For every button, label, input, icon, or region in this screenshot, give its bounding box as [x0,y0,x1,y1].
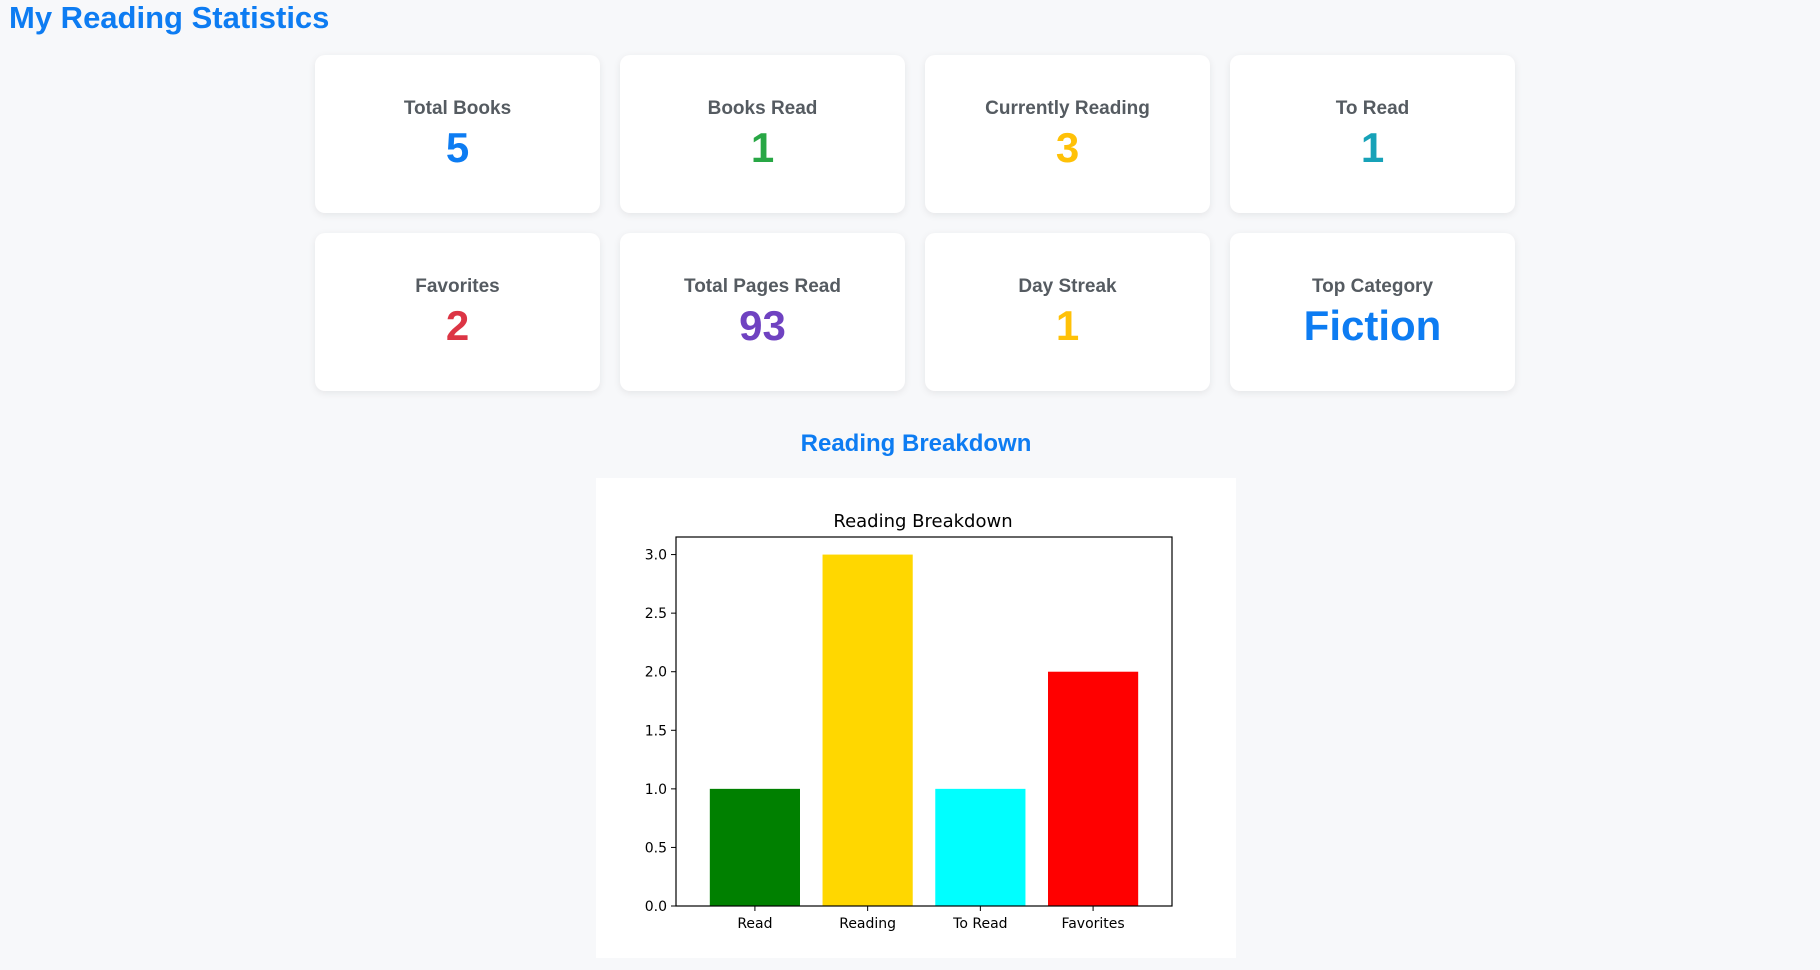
stat-value: 3 [1055,124,1080,171]
y-tick-label: 1.0 [645,782,667,798]
y-tick-label: 2.0 [645,665,667,681]
y-tick-label: 0.5 [645,840,667,856]
bar-favorites [1048,671,1139,906]
x-tick-label: Reading [839,916,896,932]
x-tick-label: Favorites [1061,916,1124,932]
stat-value: 2 [445,302,470,349]
reading-breakdown-heading: Reading Breakdown [800,430,1032,457]
y-tick-label: 3.0 [645,548,667,564]
stat-label: Books Read [707,98,818,119]
stat-card-currently-reading: Currently Reading 3 [925,55,1210,213]
stat-label: Top Category [1311,276,1434,297]
stat-value: 1 [1360,124,1385,171]
stat-card-favorites: Favorites 2 [315,233,600,391]
stat-value: 1 [1055,302,1080,349]
x-tick-label: To Read [952,916,1007,932]
x-tick-label: Read [737,916,772,932]
stat-card-total-pages-read: Total Pages Read 93 [620,233,905,391]
y-tick-label: 1.5 [645,723,667,739]
reading-breakdown-chart: Reading Breakdown Read Reading To Read Favo… [596,478,1236,958]
stat-card-books-read: Books Read 1 [620,55,905,213]
y-tick-label: 2.5 [645,606,667,622]
stat-card-day-streak: Day Streak 1 [925,233,1210,391]
stat-value: 93 [739,302,786,349]
y-tick-label: 0.0 [645,899,667,915]
page-title: My Reading Statistics [9,0,330,35]
bar-to-read [935,788,1026,906]
chart-title: Reading Breakdown [833,511,1012,532]
bar-read [709,788,800,906]
stat-label: Total Pages Read [684,276,841,297]
stat-label: Favorites [415,276,500,297]
stat-card-top-category: Top Category Fiction [1230,233,1515,391]
stat-label: Day Streak [1018,276,1117,297]
chart-svg: Reading Breakdown Read Reading To Read Favo… [645,511,1173,932]
stat-label: To Read [1335,98,1410,119]
stat-card-to-read: To Read 1 [1230,55,1515,213]
stat-label: Currently Reading [985,98,1150,119]
bar-reading [822,554,913,906]
stat-value: 1 [750,124,775,171]
chart-plot-area: Read Reading To Read Favorites 0.0 0.5 1.0 1.5 2… [645,536,1173,932]
stat-value: Fiction [1303,302,1442,349]
stats-grid: Total Books 5 Books Read 1 Currently Rea… [315,55,1515,391]
stat-label: Total Books [403,98,512,119]
stat-card-total-books: Total Books 5 [315,55,600,213]
stat-value: 5 [445,124,470,171]
